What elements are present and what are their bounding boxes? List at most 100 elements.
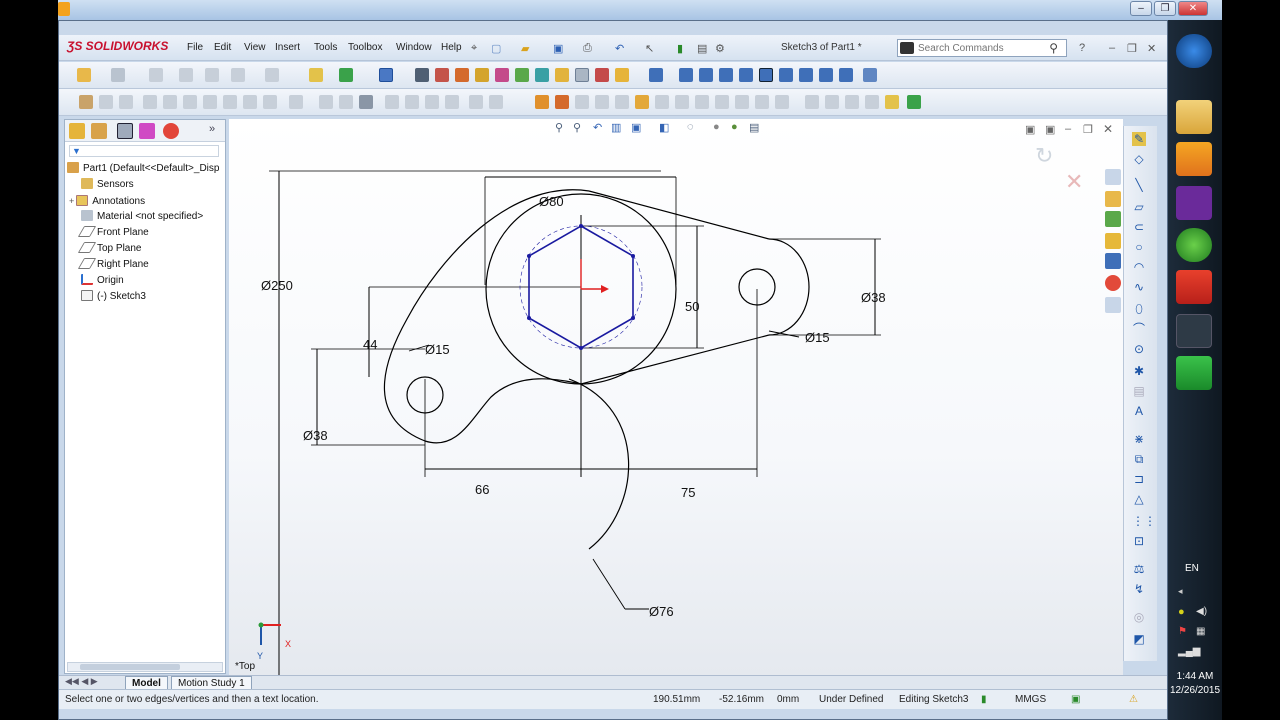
- loft-icon[interactable]: [143, 95, 157, 109]
- plane-icon[interactable]: [635, 95, 649, 109]
- ellipse-icon[interactable]: ⬯: [1132, 302, 1146, 316]
- boundary-cut-icon[interactable]: [289, 95, 303, 109]
- help-status-icon[interactable]: ▣: [1071, 694, 1080, 705]
- rebuild-icon[interactable]: ▮: [677, 42, 683, 55]
- smart-dim-icon[interactable]: ◇: [1132, 152, 1146, 166]
- search-input[interactable]: [918, 41, 1044, 55]
- menu-window[interactable]: Window: [396, 42, 432, 53]
- circle-icon[interactable]: ○: [1132, 240, 1146, 254]
- trimetric-view-icon[interactable]: [819, 68, 833, 82]
- expand-icon[interactable]: +: [69, 196, 74, 206]
- dim-d15-right[interactable]: Ø15: [805, 330, 830, 345]
- fill-surface-icon[interactable]: [845, 95, 859, 109]
- recorder-icon[interactable]: [1176, 356, 1212, 390]
- tree-item-origin[interactable]: Origin: [81, 274, 124, 288]
- visual-studio-icon[interactable]: [1176, 186, 1212, 220]
- minimize-icon[interactable]: –: [1130, 1, 1152, 16]
- pin-icon[interactable]: ⌖: [471, 42, 477, 55]
- signal-icon[interactable]: ▂▄▆: [1178, 646, 1200, 657]
- dim-d250[interactable]: Ø250: [261, 278, 293, 293]
- dim-66[interactable]: 66: [475, 482, 489, 497]
- rapid-sketch-icon[interactable]: ◩: [1132, 632, 1146, 646]
- left-view-icon[interactable]: [719, 68, 733, 82]
- mate-reference-icon[interactable]: [715, 95, 729, 109]
- doc-close-icon[interactable]: ✕: [1147, 42, 1156, 55]
- point-icon[interactable]: [695, 95, 709, 109]
- tree-filter[interactable]: ▼: [69, 145, 219, 157]
- notification-icon[interactable]: ⚠: [1129, 694, 1138, 705]
- search-box[interactable]: ⚲: [897, 39, 1067, 57]
- dim-d80[interactable]: Ø80: [539, 194, 564, 209]
- menu-insert[interactable]: Insert: [275, 42, 300, 53]
- shell2-icon[interactable]: [405, 95, 419, 109]
- shell-icon[interactable]: [515, 68, 529, 82]
- coordinate-system-icon[interactable]: [675, 95, 689, 109]
- rectangle-tool-icon[interactable]: [179, 68, 193, 82]
- view-palette-icon[interactable]: [1105, 253, 1121, 269]
- media-player-icon[interactable]: [1176, 142, 1212, 176]
- surface-icon[interactable]: [735, 95, 749, 109]
- front-view-icon[interactable]: [679, 68, 693, 82]
- mirror-icon[interactable]: [575, 68, 589, 82]
- home-icon[interactable]: [1105, 191, 1121, 207]
- scroll-arrows-icon[interactable]: ◀◀ ◀ ▶: [65, 676, 98, 687]
- options-icon[interactable]: ⚙: [715, 42, 725, 55]
- scrollbar-thumb[interactable]: [80, 664, 180, 670]
- spline-icon[interactable]: ∿: [1132, 280, 1146, 294]
- right-view-icon[interactable]: [739, 68, 753, 82]
- menu-file[interactable]: File: [187, 42, 203, 53]
- expand-panel-icon[interactable]: »: [209, 123, 215, 135]
- sketch-tool-icon[interactable]: ✎: [1132, 132, 1146, 146]
- status-units[interactable]: MMGS: [1015, 694, 1046, 705]
- curves-icon[interactable]: [445, 95, 459, 109]
- pattern-icon[interactable]: [595, 68, 609, 82]
- action-center-icon[interactable]: ⚑: [1178, 626, 1187, 637]
- sketch-icon[interactable]: [77, 68, 91, 82]
- dim-d76[interactable]: Ø76: [649, 604, 674, 619]
- appearances-icon[interactable]: [1105, 275, 1121, 291]
- rib2-icon[interactable]: [359, 95, 373, 109]
- tree-item-right-plane[interactable]: Right Plane: [77, 258, 149, 272]
- intersect-icon[interactable]: [555, 68, 569, 82]
- dim-d38-right[interactable]: Ø38: [861, 290, 886, 305]
- wrap-icon[interactable]: [535, 68, 549, 82]
- tree-item-top-plane[interactable]: Top Plane: [77, 242, 141, 256]
- line-tool-icon[interactable]: [149, 68, 163, 82]
- dim-50[interactable]: 50: [685, 299, 699, 314]
- property-manager-tab-icon[interactable]: [91, 123, 107, 139]
- bottom-view-icon[interactable]: [779, 68, 793, 82]
- polygon-icon[interactable]: ⊙: [1132, 342, 1146, 356]
- tree-item-front-plane[interactable]: Front Plane: [77, 226, 149, 240]
- print-icon[interactable]: ⎙: [583, 42, 592, 55]
- resources-icon[interactable]: [1105, 169, 1121, 185]
- convert-surface-icon[interactable]: [907, 95, 921, 109]
- volume-icon[interactable]: ◀): [1196, 606, 1207, 617]
- move-entities-icon[interactable]: ⊡: [1132, 534, 1146, 548]
- tab-motion-study[interactable]: Motion Study 1: [171, 676, 252, 690]
- configuration-tab-icon[interactable]: [117, 123, 133, 139]
- composite-curve-icon[interactable]: [615, 95, 629, 109]
- taskbar-clock[interactable]: 1:44 AM 12/26/2015: [1170, 670, 1220, 698]
- dim-d15-left[interactable]: Ø15: [425, 342, 450, 357]
- smart-dimension-icon[interactable]: [111, 68, 125, 82]
- doc-restore-icon[interactable]: ❐: [1127, 42, 1137, 55]
- offset-entities-icon[interactable]: ⧉: [1132, 452, 1146, 466]
- knit-icon[interactable]: [775, 95, 789, 109]
- explorer-icon[interactable]: [1176, 100, 1212, 134]
- convert-icon[interactable]: ⊐: [1132, 472, 1146, 486]
- tree-item-sketch3[interactable]: (-) Sketch3: [81, 290, 146, 304]
- back-view-icon[interactable]: [699, 68, 713, 82]
- file-properties-icon[interactable]: ▤: [697, 42, 707, 55]
- draft2-icon[interactable]: [385, 95, 399, 109]
- slot-icon[interactable]: ⊂: [1132, 220, 1146, 234]
- language-indicator[interactable]: EN: [1185, 563, 1199, 574]
- undo-icon[interactable]: ↶: [615, 42, 624, 55]
- cut-revolve-icon[interactable]: [223, 95, 237, 109]
- tree-item-annotations[interactable]: + Annotations: [69, 194, 145, 208]
- hole-wizard-icon[interactable]: [203, 95, 217, 109]
- fillet-icon[interactable]: [435, 68, 449, 82]
- mirror-entities-icon[interactable]: △: [1132, 492, 1146, 506]
- edrawings-icon[interactable]: [1176, 314, 1212, 348]
- search-icon[interactable]: ⚲: [1049, 41, 1058, 55]
- tree-item-material[interactable]: Material <not specified>: [81, 210, 203, 224]
